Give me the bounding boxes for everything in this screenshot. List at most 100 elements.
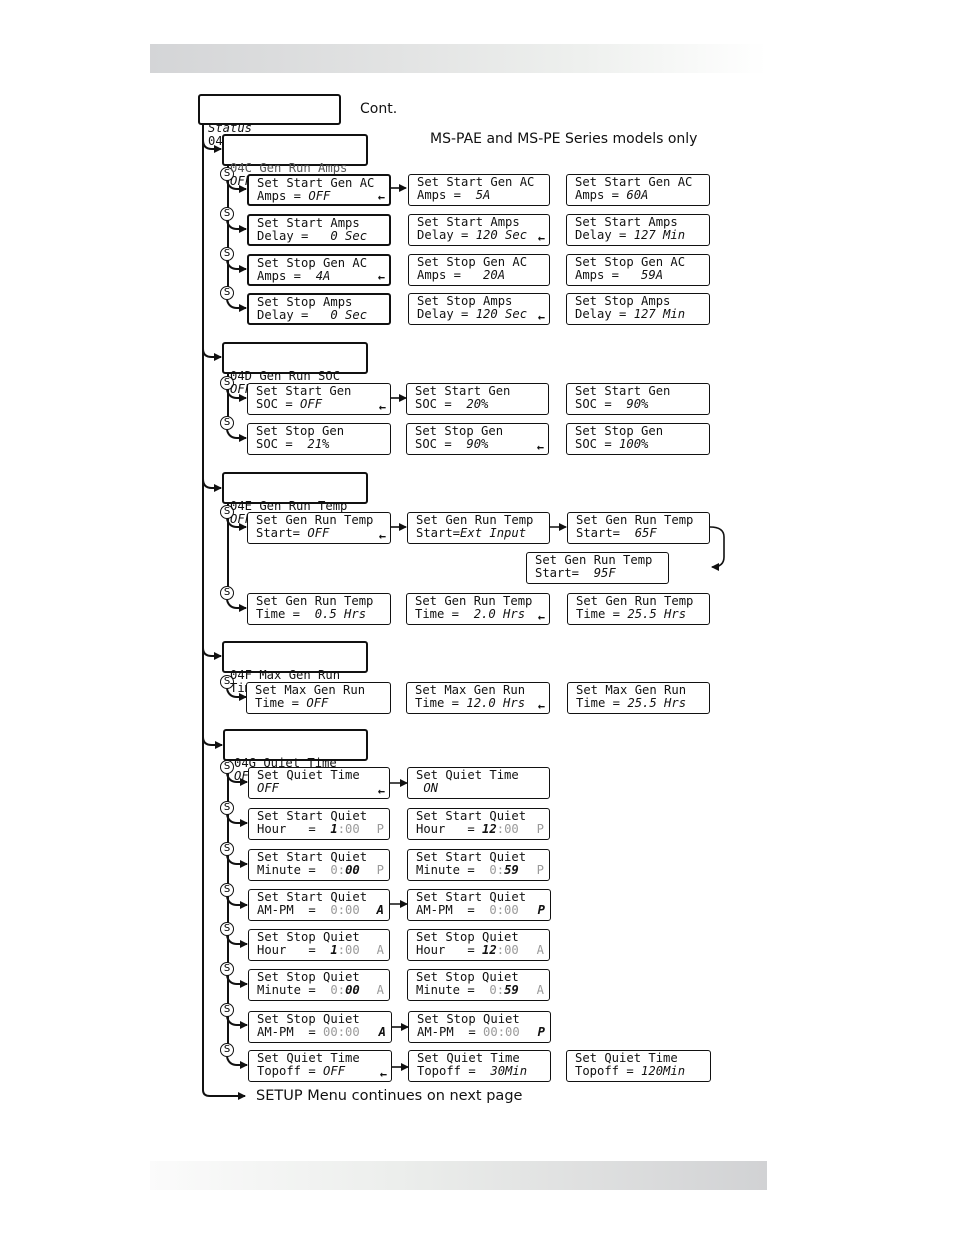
setting-box[interactable]: Set Gen Run Temp Start= OFF ← — [247, 512, 391, 544]
ampm-dim: P — [536, 862, 544, 877]
hour-dim: 0: — [330, 862, 346, 877]
setting-box[interactable]: Set Quiet Time ON — [407, 767, 550, 799]
setting-marker-icon: S — [220, 1003, 234, 1017]
setting-box[interactable]: Set Start Quiet Minute = 0:00 P — [248, 849, 390, 881]
setting-box[interactable]: Set Stop Gen SOC = 100% — [566, 423, 710, 455]
setting-prefix: Time = — [255, 695, 307, 710]
setting-prefix: Time = — [415, 606, 474, 621]
setting-box[interactable]: Set Stop Quiet AM-PM = 00:00 P — [408, 1011, 551, 1043]
setting-box[interactable]: Set Gen Run Temp Time = 25.5 Hrs — [567, 593, 710, 625]
setting-box[interactable]: Set Start Amps Delay = 0 Sec — [247, 214, 391, 246]
default-arrow-icon: ← — [537, 609, 545, 624]
setting-marker-icon: S — [220, 416, 234, 430]
setting-box[interactable]: Set Stop Gen SOC = 90% ← — [406, 423, 549, 455]
setting-value: OFF — [323, 1063, 346, 1078]
setting-value: 2.0 Hrs — [473, 606, 526, 621]
cont-label: Cont. — [360, 101, 398, 117]
setting-box[interactable]: Set Quiet Time Topoff = OFF ← — [248, 1050, 392, 1082]
model-note: MS-PAE and MS-PE Series models only — [430, 131, 698, 147]
setting-box[interactable]: Set Start Gen AC Amps = OFF ← — [247, 174, 391, 206]
default-arrow-icon: ← — [537, 230, 545, 245]
setting-box[interactable]: Set Start Quiet Minute = 0:59 P — [407, 849, 550, 881]
setting-marker-icon: S — [220, 842, 234, 856]
setting-prefix: Delay = — [417, 227, 476, 242]
setting-box[interactable]: Set Start Quiet Hour = 12:00 P — [407, 808, 550, 840]
setting-prefix: Amps = — [417, 187, 476, 202]
setting-value: 59A — [641, 267, 664, 282]
setting-box[interactable]: Set Stop Gen AC Amps = 4A ← — [247, 254, 391, 286]
setting-value: 127 Min — [633, 227, 686, 242]
setting-box[interactable]: Set Start Quiet Hour = 1:00 P — [248, 808, 390, 840]
setting-prefix: Hour = — [257, 942, 331, 957]
minute-value: 00 — [345, 862, 360, 877]
menu-04g-quiet-time[interactable]: 04G Quiet Time OFF — [223, 729, 368, 782]
setting-box[interactable]: Set Gen Run Temp Time = 0.5 Hrs — [247, 593, 391, 625]
setting-box[interactable]: Set Max Gen Run Time = 12.0 Hrs ← — [406, 682, 550, 714]
setting-value: OFF — [300, 396, 323, 411]
setting-box[interactable]: Set Start Amps Delay = 120 Sec ← — [408, 214, 550, 246]
status-menu-box[interactable]: Status04 AGS Setup — [198, 94, 341, 147]
setting-prefix: Time = — [415, 695, 467, 710]
setting-prefix: Amps = — [575, 267, 642, 282]
setting-box[interactable]: Set Quiet Time Topoff = 30Min — [408, 1050, 551, 1082]
setting-box[interactable]: Set Start Quiet AM-PM = 0:00 P — [407, 889, 551, 921]
setting-box[interactable]: Set Stop Quiet Hour = 12:00 A — [407, 929, 550, 961]
setting-box[interactable]: Set Start Gen SOC = OFF ← — [247, 383, 391, 415]
setting-prefix: SOC = — [415, 396, 467, 411]
default-arrow-icon: ← — [377, 269, 385, 284]
setting-box[interactable]: Set Gen Run Temp Start=Ext Input — [407, 512, 550, 544]
setting-value: OFF — [308, 188, 331, 203]
setting-box[interactable]: Set Start Quiet AM-PM = 0:00 A — [248, 889, 390, 921]
setting-box[interactable]: Set Stop Quiet Minute = 0:00 A — [248, 969, 390, 1001]
hour-dim: 0: — [330, 982, 346, 997]
setting-marker-icon: S — [220, 247, 234, 261]
setting-box[interactable]: Set Quiet Time Topoff = 120Min — [566, 1050, 711, 1082]
menu-04e-gen-run-temp[interactable]: 04E Gen Run Temp OFF — [222, 472, 368, 525]
setting-box[interactable]: Set Max Gen Run Time = 25.5 Hrs — [567, 682, 710, 714]
minutes-dim: :00 — [337, 942, 360, 957]
minute-value: 59 — [504, 982, 519, 997]
setting-box[interactable]: Set Stop Amps Delay = 120 Sec ← — [408, 293, 550, 325]
setting-box[interactable]: Set Start Gen SOC = 20% — [406, 383, 549, 415]
minutes-dim: :00 — [496, 821, 519, 836]
setting-value: 120 Sec — [475, 306, 528, 321]
setting-value: 127 Min — [633, 306, 686, 321]
default-arrow-icon: ← — [537, 698, 545, 713]
setting-value: OFF — [257, 780, 280, 795]
setting-box[interactable]: Set Quiet Time OFF ← — [248, 767, 390, 799]
minute-value: 00 — [345, 982, 360, 997]
setting-box[interactable]: Set Stop Quiet Hour = 1:00 A — [248, 929, 390, 961]
setting-marker-icon: S — [220, 1043, 234, 1057]
setting-box[interactable]: Set Stop Quiet Minute = 0:59 A — [407, 969, 550, 1001]
setting-box[interactable]: Set Start Gen AC Amps = 5A — [408, 174, 550, 206]
setting-prefix: AM-PM = — [257, 902, 331, 917]
setting-box[interactable]: Set Gen Run Temp Time = 2.0 Hrs ← — [406, 593, 550, 625]
setting-box[interactable]: Set Stop Amps Delay = 127 Min — [566, 293, 710, 325]
hour-value: 12 — [482, 821, 497, 836]
setting-box[interactable]: Set Stop Quiet AM-PM = 00:00 A — [248, 1011, 392, 1043]
setting-prefix: Topoff = — [257, 1063, 324, 1078]
menu-04d-gen-run-soc[interactable]: 04D Gen Run SOC OFF — [222, 342, 368, 395]
setting-box[interactable]: Set Start Gen AC Amps = 60A — [566, 174, 710, 206]
setting-prefix: SOC = — [415, 436, 467, 451]
menu-title: 04C Gen Run Amps — [230, 161, 348, 175]
setting-marker-icon: S — [220, 883, 234, 897]
setting-box[interactable]: Set Start Amps Delay = 127 Min — [566, 214, 710, 246]
menu-04c-gen-run-amps[interactable]: 04C Gen Run Amps OFF — [222, 134, 368, 187]
setting-box[interactable]: Set Stop Gen AC Amps = 59A — [566, 254, 710, 286]
setting-box[interactable]: Set Gen Run Temp Start= 65F — [567, 512, 710, 544]
setting-marker-icon: S — [220, 286, 234, 300]
menu-04f-max-gen-run[interactable]: 04F Max Gen RunTime = 12.0 Hrs — [222, 641, 368, 694]
setting-box[interactable]: Set Gen Run Temp Start= 95F — [526, 552, 669, 584]
setting-box[interactable]: Set Start Gen SOC = 90% — [566, 383, 710, 415]
setting-box[interactable]: Set Max Gen Run Time = OFF — [246, 682, 391, 714]
setting-prefix: Topoff = — [575, 1063, 642, 1078]
time-dim: 0:00 — [330, 902, 360, 917]
setting-prefix: Delay = — [257, 228, 331, 243]
setting-box[interactable]: Set Stop Gen AC Amps = 20A — [408, 254, 550, 286]
setting-box[interactable]: Set Stop Amps Delay = 0 Sec — [247, 293, 391, 325]
setting-box[interactable]: Set Stop Gen SOC = 21% — [247, 423, 391, 455]
setting-value: 65F — [634, 525, 657, 540]
minutes-dim: :00 — [496, 942, 519, 957]
hour-dim: 0: — [489, 862, 505, 877]
